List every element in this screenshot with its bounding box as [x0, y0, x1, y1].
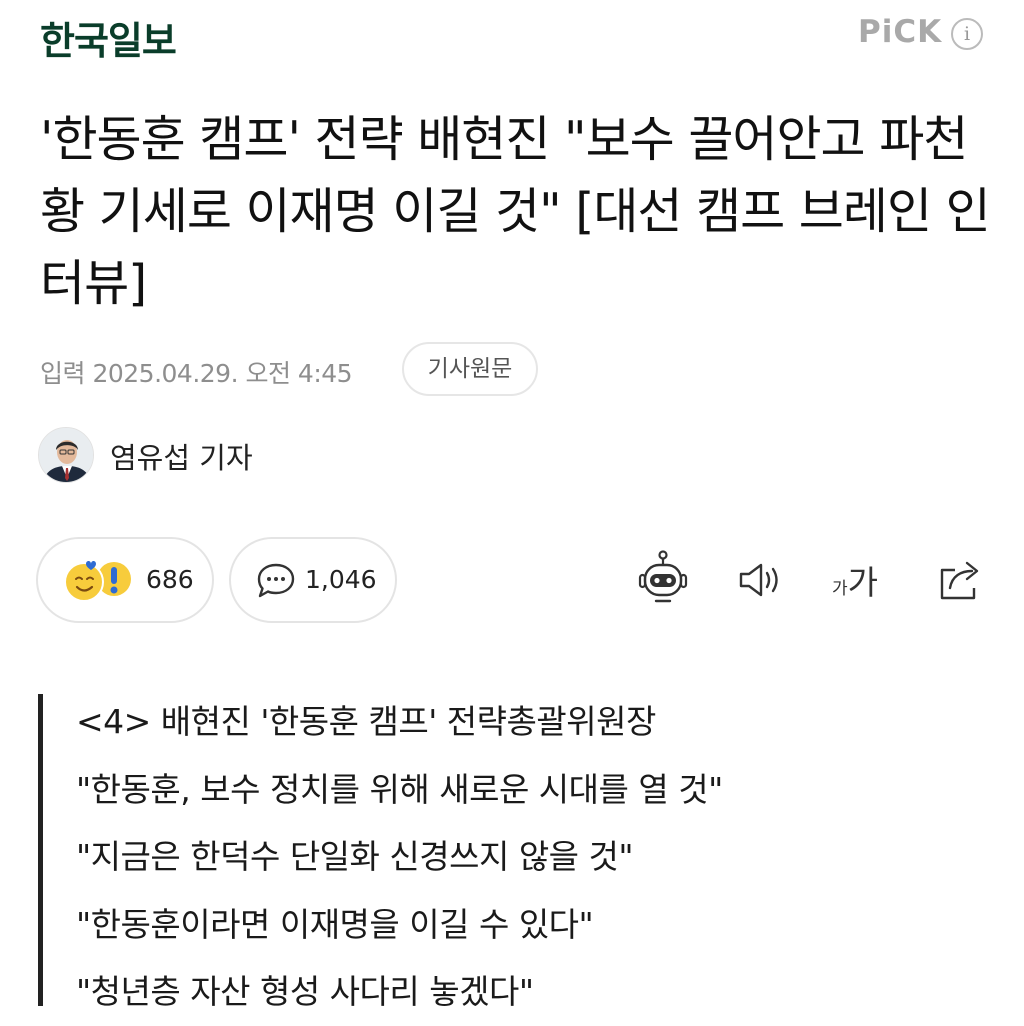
- ai-summary-bot-icon: [638, 550, 688, 603]
- pick-label: PiCK: [858, 14, 943, 50]
- comment-button[interactable]: 1,046: [229, 537, 397, 623]
- font-size-button[interactable]: 가가: [832, 556, 878, 604]
- text-to-speech-button[interactable]: [737, 550, 787, 610]
- summary-line: <4> 배현진 '한동훈 캠프' 전략총괄위원장: [76, 702, 656, 741]
- share-button[interactable]: [937, 550, 985, 610]
- article-meta: 입력 2025.04.29. 오전 4:45 기사원문: [40, 342, 740, 398]
- ai-summary-button[interactable]: [636, 550, 690, 610]
- article-title: '한동훈 캠프' 전략 배현진 "보수 끌어안고 파천황 기세로 이재명 이길 …: [40, 111, 991, 312]
- reaction-button[interactable]: 686: [36, 537, 214, 623]
- publisher-logo[interactable]: 한국일보: [40, 10, 177, 65]
- original-article-button[interactable]: 기사원문: [402, 342, 538, 396]
- font-size-small-glyph: 가: [832, 579, 848, 599]
- speaker-icon: [739, 563, 778, 597]
- comment-icon: [257, 563, 295, 598]
- summary-line: "한동훈, 보수 정치를 위해 새로운 시대를 열 것": [76, 769, 723, 809]
- reporter-info[interactable]: 염유섭 기자: [38, 427, 438, 487]
- emoji-reaction-icon: [64, 561, 131, 602]
- publish-date: 입력 2025.04.29. 오전 4:45: [40, 359, 353, 388]
- comment-count: 1,046: [305, 565, 377, 594]
- summary-quote-bar: [38, 694, 43, 1006]
- summary-line: "지금은 한덕수 단일화 신경쓰지 않을 것": [76, 837, 634, 876]
- reaction-count: 686: [146, 565, 194, 594]
- info-icon[interactable]: i: [951, 18, 983, 50]
- share-icon: [940, 561, 979, 600]
- reporter-name[interactable]: 염유섭 기자: [110, 435, 253, 477]
- reporter-avatar[interactable]: [38, 427, 94, 483]
- top-bar: 한국일보 PiCK i: [0, 0, 1024, 80]
- font-size-big-glyph: 가: [847, 563, 879, 602]
- summary-line: "청년층 자산 형성 사다리 놓겠다": [76, 972, 534, 1011]
- summary-line: "한동훈이라면 이재명을 이길 수 있다": [76, 904, 594, 944]
- article-summary: <4> 배현진 '한동훈 캠프' 전략총괄위원장 "한동훈, 보수 정치를 위해…: [76, 688, 996, 1026]
